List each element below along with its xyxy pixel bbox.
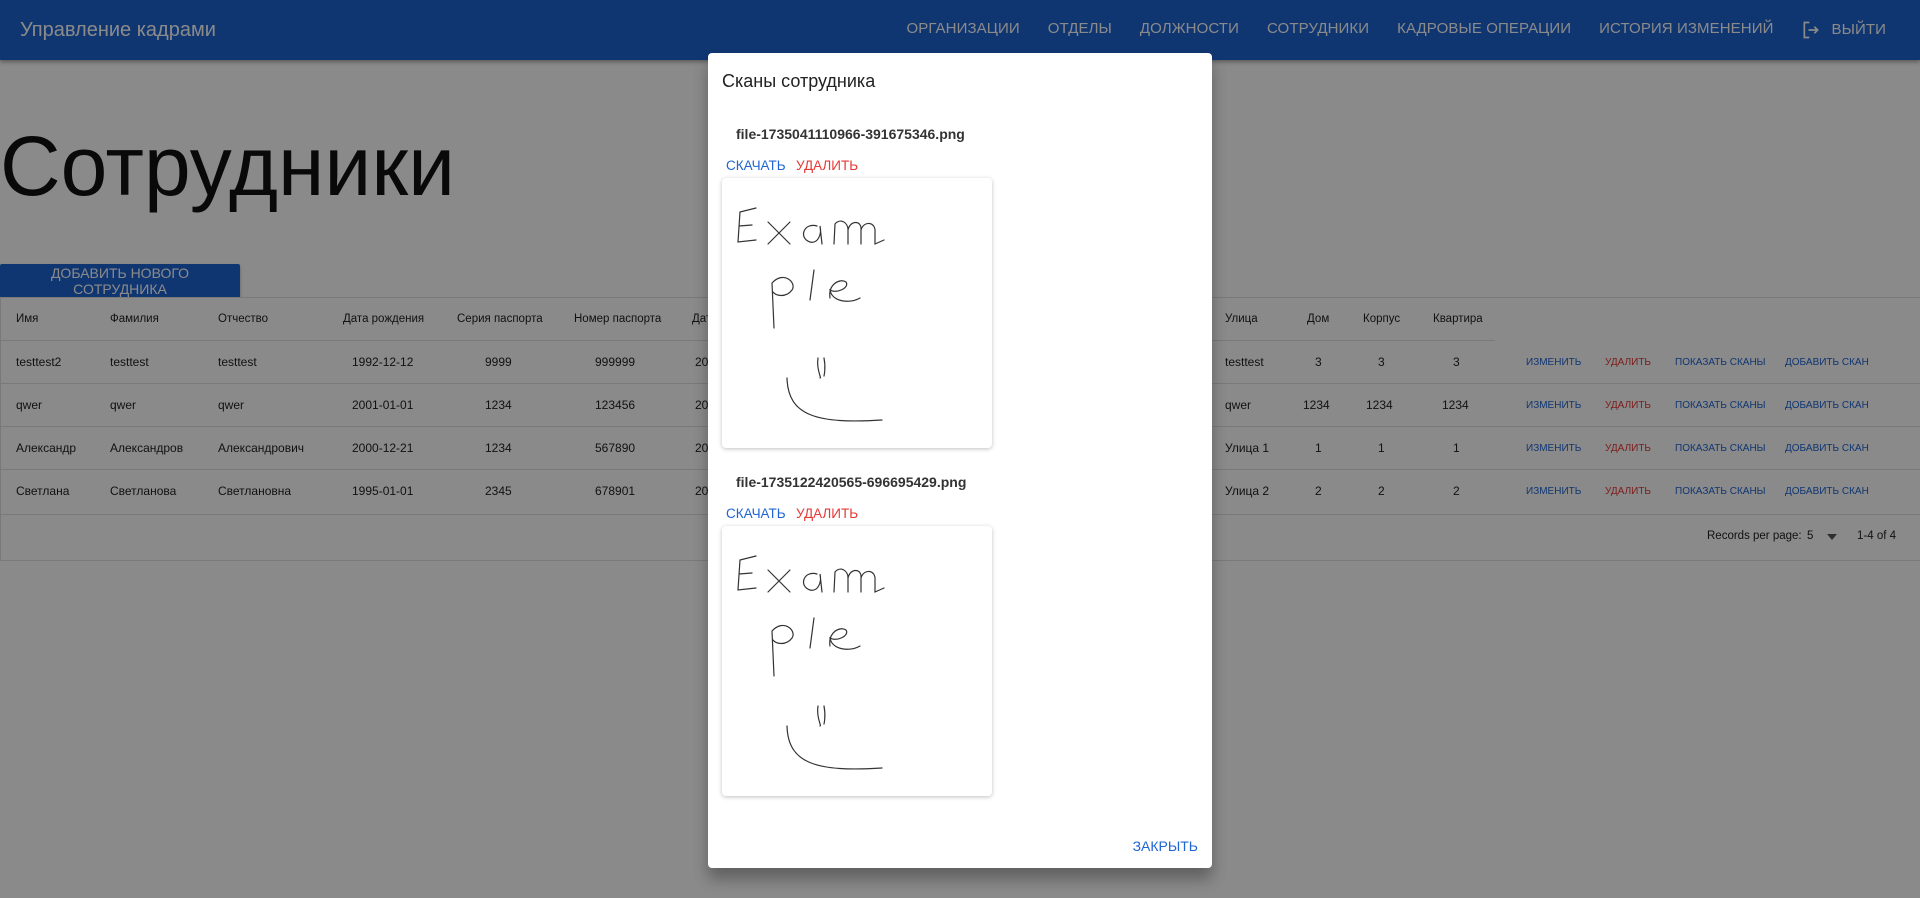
scan-item: file-1735041110966-391675346.png Скачать… — [722, 126, 1202, 456]
delete-scan-button[interactable]: Удалить — [796, 158, 858, 173]
scan-item: file-1735122420565-696695429.png Скачать… — [722, 474, 1202, 804]
scans-dialog: Сканы сотрудника file-1735041110966-3916… — [708, 53, 1212, 868]
close-button[interactable]: Закрыть — [1133, 838, 1198, 854]
download-button[interactable]: Скачать — [726, 506, 786, 521]
scan-image — [722, 178, 992, 448]
scan-file-name: file-1735041110966-391675346.png — [736, 126, 965, 142]
delete-scan-button[interactable]: Удалить — [796, 506, 858, 521]
scan-image — [722, 526, 992, 796]
dialog-title: Сканы сотрудника — [722, 71, 876, 91]
scan-file-name: file-1735122420565-696695429.png — [736, 474, 967, 490]
download-button[interactable]: Скачать — [726, 158, 786, 173]
